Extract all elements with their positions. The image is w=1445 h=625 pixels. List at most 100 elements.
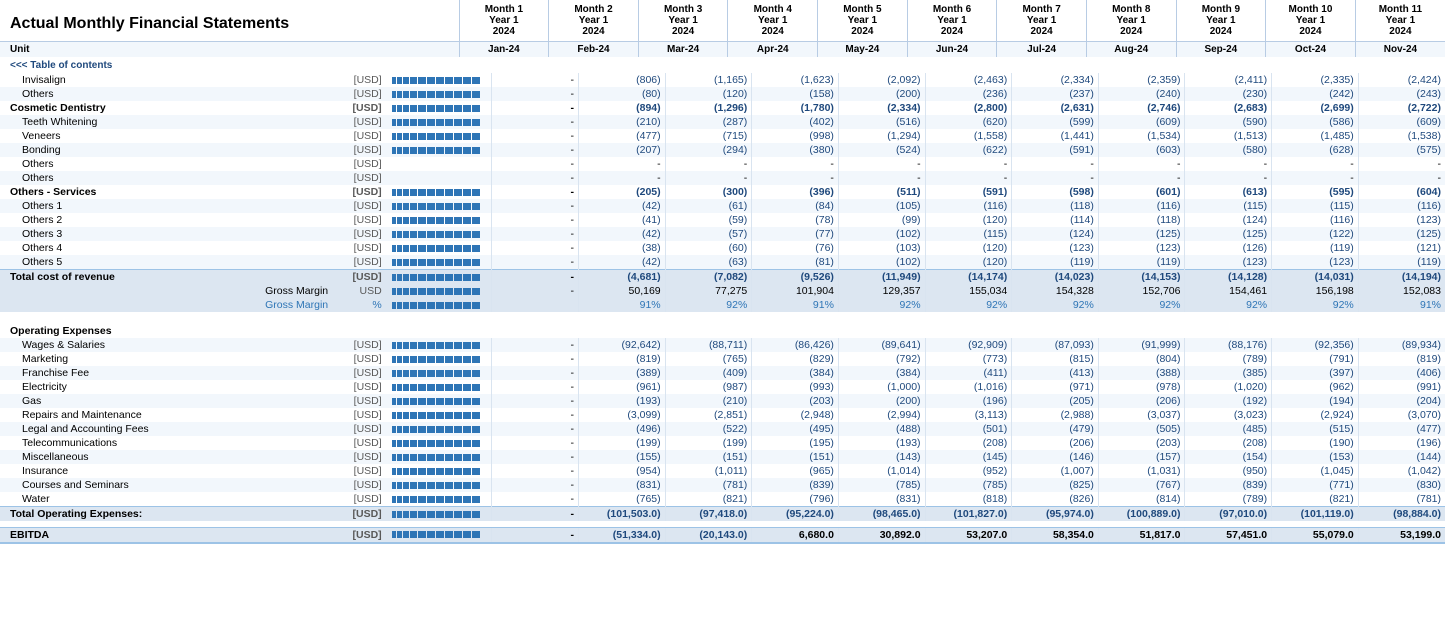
value-cell: -	[492, 422, 579, 436]
row-label: Total Operating Expenses:	[0, 507, 338, 522]
value-cell: -	[1098, 171, 1185, 185]
value-cell: (103)	[838, 241, 925, 255]
value-cell: -	[492, 527, 579, 543]
data-row: Telecommunications[USD]-(199)(199)(195)(…	[0, 436, 1445, 450]
value-cell: (294)	[665, 143, 752, 157]
value-cell: -	[925, 171, 1012, 185]
value-cell: (987)	[665, 380, 752, 394]
value-cell: (88,176)	[1185, 338, 1272, 352]
value-cell: (145)	[925, 450, 1012, 464]
value-cell: (1,007)	[1012, 464, 1099, 478]
sparkline-cell	[386, 143, 492, 157]
value-cell: -	[492, 464, 579, 478]
value-cell: (115)	[925, 227, 1012, 241]
value-cell: -	[665, 157, 752, 171]
sparkline-cell	[386, 199, 492, 213]
row-unit: [USD]	[338, 408, 386, 422]
data-row: Bonding[USD]-(207)(294)(380)(524)(622)(5…	[0, 143, 1445, 157]
row-unit: [USD]	[338, 199, 386, 213]
sparkline-cell	[386, 87, 492, 101]
row-label: Bonding	[0, 143, 338, 157]
value-cell: (14,194)	[1358, 270, 1445, 285]
toc-link[interactable]: <<< Table of contents	[0, 57, 320, 73]
sparkline-cell	[386, 171, 492, 185]
value-cell: (42)	[579, 199, 666, 213]
value-cell: (236)	[925, 87, 1012, 101]
row-unit: [USD]	[338, 478, 386, 492]
month-2-header: Month 2Year 12024	[549, 0, 639, 42]
value-cell: (97,418.0)	[665, 507, 752, 522]
sparkline-cell	[386, 422, 492, 436]
row-unit: [USD]	[338, 255, 386, 270]
value-cell: (971)	[1012, 380, 1099, 394]
value-cell: 57,451.0	[1185, 527, 1272, 543]
value-cell: (97,010.0)	[1185, 507, 1272, 522]
month-9-header: Month 9Year 12024	[1176, 0, 1266, 42]
value-cell: (628)	[1272, 143, 1359, 157]
value-cell: -	[492, 492, 579, 507]
value-cell: (1,016)	[925, 380, 1012, 394]
value-cell: (206)	[1098, 394, 1185, 408]
value-cell: (89,641)	[838, 338, 925, 352]
value-cell: -	[492, 241, 579, 255]
value-cell: -	[492, 87, 579, 101]
value-cell: (118)	[1098, 213, 1185, 227]
value-cell: (116)	[1358, 199, 1445, 213]
value-cell: -	[579, 157, 666, 171]
row-unit: [USD]	[338, 338, 386, 352]
value-cell: (207)	[579, 143, 666, 157]
value-cell: (765)	[579, 492, 666, 507]
value-cell: (2,699)	[1272, 101, 1359, 115]
row-label: Invisalign	[0, 73, 338, 87]
value-cell: (1,558)	[925, 129, 1012, 143]
data-row: Gas[USD]-(193)(210)(203)(200)(196)(205)(…	[0, 394, 1445, 408]
sparkline-cell	[386, 227, 492, 241]
row-label: Teeth Whitening	[0, 115, 338, 129]
row-unit: [USD]	[338, 171, 386, 185]
data-row: Others 5[USD]-(42)(63)(81)(102)(120)(119…	[0, 255, 1445, 270]
value-cell: (115)	[1185, 199, 1272, 213]
data-row: Cosmetic Dentistry[USD]-(894)(1,296)(1,7…	[0, 101, 1445, 115]
value-cell: -	[492, 185, 579, 199]
data-row: Repairs and Maintenance[USD]-(3,099)(2,8…	[0, 408, 1445, 422]
sparkline-cell	[386, 213, 492, 227]
value-cell: (815)	[1012, 352, 1099, 366]
value-cell: (1,441)	[1012, 129, 1099, 143]
value-cell: -	[1012, 157, 1099, 171]
row-unit: [USD]	[338, 129, 386, 143]
value-cell: (194)	[1272, 394, 1359, 408]
row-unit: [USD]	[338, 507, 386, 522]
value-cell: (42)	[579, 227, 666, 241]
value-cell: (124)	[1185, 213, 1272, 227]
value-cell: (92,642)	[579, 338, 666, 352]
value-cell: (2,411)	[1185, 73, 1272, 87]
row-unit: [USD]	[338, 143, 386, 157]
col-unit-9: Sep-24	[1176, 42, 1266, 58]
data-row: Others 3[USD]-(42)(57)(77)(102)(115)(124…	[0, 227, 1445, 241]
value-cell: (95,974.0)	[1012, 507, 1099, 522]
value-cell: (208)	[925, 436, 1012, 450]
value-cell: (609)	[1098, 115, 1185, 129]
value-cell: -	[838, 171, 925, 185]
value-cell: (954)	[579, 464, 666, 478]
value-cell: (586)	[1272, 115, 1359, 129]
value-cell: (60)	[665, 241, 752, 255]
data-row: Others 4[USD]-(38)(60)(76)(103)(120)(123…	[0, 241, 1445, 255]
value-cell: (2,924)	[1272, 408, 1359, 422]
value-cell: (598)	[1012, 185, 1099, 199]
value-cell: -	[1185, 171, 1272, 185]
value-cell: (119)	[1272, 241, 1359, 255]
value-cell: (819)	[579, 352, 666, 366]
value-cell: (123)	[1098, 241, 1185, 255]
value-cell: (125)	[1185, 227, 1272, 241]
row-unit: [USD]	[338, 394, 386, 408]
value-cell: 53,199.0	[1358, 527, 1445, 543]
row-unit: %	[338, 298, 386, 312]
value-cell: 92%	[838, 298, 925, 312]
value-cell: (789)	[1185, 492, 1272, 507]
value-cell: (952)	[925, 464, 1012, 478]
value-cell: -	[492, 227, 579, 241]
value-cell: (4,681)	[579, 270, 666, 285]
value-cell: 92%	[1012, 298, 1099, 312]
row-unit: [USD]	[338, 380, 386, 394]
